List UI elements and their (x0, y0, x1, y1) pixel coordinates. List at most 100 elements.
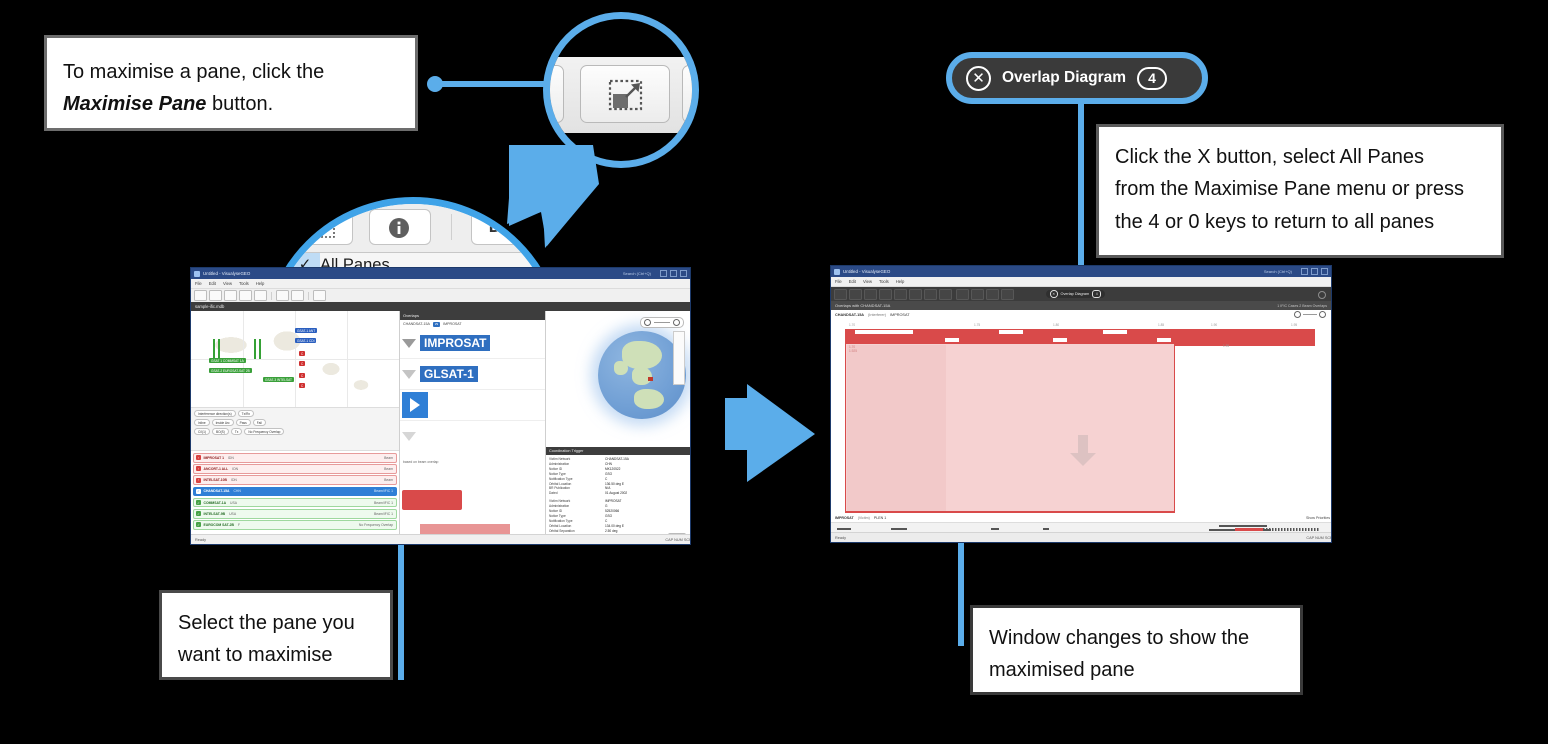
left-menu-tools[interactable]: Tools (239, 281, 249, 286)
rtoolbar-save-icon[interactable] (864, 288, 877, 300)
right-menu-view[interactable]: View (863, 279, 872, 284)
filter-chip[interactable]: Inline (194, 419, 210, 426)
overlap-zoom-control[interactable] (1294, 311, 1326, 318)
axis-tick-1: 1.75 (974, 323, 981, 327)
filter-chip[interactable]: C/I(1) (194, 428, 210, 435)
map-gridline-v2 (295, 311, 296, 407)
globe-side-toolbar[interactable] (673, 331, 685, 385)
rtoolbar-open-icon[interactable] (849, 288, 862, 300)
rtoolbar-dc-icon[interactable] (939, 288, 952, 300)
show-priorities-toggle[interactable]: Show Priorities (1306, 516, 1330, 520)
overlap-network-label-2: GLSAT-1 (420, 366, 478, 382)
right-menu-edit[interactable]: Edit (849, 279, 856, 284)
network-list-row[interactable]: ✓ INTELSAT-9B USA Beam/IFIC 1 (193, 508, 397, 519)
toolbar-save-icon[interactable] (224, 290, 237, 301)
filter-chip[interactable]: Tx (230, 428, 243, 435)
zoom-slider[interactable] (654, 322, 670, 323)
right-window-search[interactable]: Search (Ctrl+Q) (1264, 269, 1292, 274)
app-logo-icon-right (834, 268, 840, 275)
right-menu-tools[interactable]: Tools (879, 279, 889, 284)
rtoolbar-info-icon[interactable] (909, 288, 922, 300)
networks-pane[interactable]: ! IMPROSAT 1 IDN Beam! ANCORT-1 ALL IDN Beam! I… (191, 451, 399, 533)
satellite-map-pane[interactable]: GSAT-1 ANT GSAT-1 CDI GSAT 1 COMMSAT 1A … (191, 311, 399, 408)
toolbar-dc-icon[interactable] (313, 290, 326, 301)
filter-chip[interactable]: Pass (235, 419, 251, 426)
satellite-globe-pane[interactable] (546, 311, 690, 441)
overlap-row-4[interactable] (400, 421, 545, 451)
network-list-row[interactable]: ✓ CHANDSAT-15A CHN Beam/IFIC 1 (193, 486, 397, 497)
rtoolbar-maximise-icon[interactable] (924, 288, 937, 300)
inwindow-pane-badge[interactable]: ✕ Overlap Diagram 4 (1046, 290, 1106, 298)
subbar-code: IMPROSAT (889, 312, 910, 317)
overlap-row-1[interactable]: IMPROSAT (400, 328, 545, 359)
play-button[interactable] (402, 392, 428, 418)
filter-chip[interactable]: Inside Arc (211, 419, 234, 426)
zoom-out-icon-right[interactable] (1294, 311, 1301, 318)
callout-window-line2: maximised pane (989, 659, 1135, 682)
inwindow-close-icon[interactable]: ✕ (1050, 290, 1058, 298)
maximised-pane-badge[interactable]: ✕ Overlap Diagram 4 (946, 52, 1208, 104)
right-menu-help[interactable]: Help (896, 279, 905, 284)
filter-chip[interactable]: No Frequency Overlap (244, 428, 285, 435)
left-menu-edit[interactable]: Edit (209, 281, 216, 286)
minimise-button-right[interactable] (1301, 268, 1308, 275)
network-list-row[interactable]: ! INTELSAT-10B IDN Beam (193, 475, 397, 485)
maximise-window-button-right[interactable] (1311, 268, 1318, 275)
toolbar-settings-icon[interactable] (239, 290, 252, 301)
strip-mark-3 (991, 528, 999, 530)
toolbar-maximise-icon[interactable] (276, 290, 289, 301)
toolbar-new-icon[interactable] (194, 290, 207, 301)
zoom-out-icon[interactable] (644, 319, 651, 326)
left-window-search[interactable]: Search (Ctrl+Q) (623, 271, 651, 276)
maximised-pane-title: Overlaps with CHANDSAT-15A 1 IFIC Cases … (831, 301, 1331, 310)
overlap-diagram-pane[interactable]: 1.70 1.75 1.80 1.85 1.90 1.95 1.701.925 (831, 319, 1331, 535)
maximise-pane-button-small[interactable] (291, 209, 353, 245)
left-menu-file[interactable]: File (195, 281, 202, 286)
network-list-row[interactable]: ! ANCORT-1 ALL IDN Beam (193, 464, 397, 474)
close-window-button-right[interactable] (1321, 268, 1328, 275)
toolbar-info-icon[interactable] (291, 290, 304, 301)
strip-mark-5 (1219, 525, 1267, 527)
rtoolbar-extra-1[interactable] (956, 288, 969, 300)
right-menu-file[interactable]: File (835, 279, 842, 284)
overlap-row-2[interactable]: GLSAT-1 (400, 359, 545, 390)
toolbar-open-icon[interactable] (209, 290, 222, 301)
filter-chip[interactable]: BO(S) (211, 428, 229, 435)
left-menu-help[interactable]: Help (256, 281, 265, 286)
filter-chip[interactable]: Interference direction(s) (194, 410, 236, 417)
minimise-button[interactable] (660, 270, 667, 277)
overlap-row-3[interactable] (400, 390, 545, 421)
rtoolbar-extra-2[interactable] (971, 288, 984, 300)
dc-button[interactable]: DC (471, 209, 533, 245)
network-note: Beam/IFIC 1 (373, 500, 393, 505)
rtoolbar-new-icon[interactable] (834, 288, 847, 300)
network-list-row[interactable]: ✓ COMMSAT-1A USA Beam/IFIC 1 (193, 497, 397, 508)
toolbar-home-icon[interactable] (254, 290, 267, 301)
filter-chip[interactable]: Tx/Rx (237, 410, 254, 417)
document-tab[interactable]: sample-ific.mdb (191, 302, 690, 311)
info-button[interactable] (369, 209, 431, 245)
strip-overlap-marker (1235, 528, 1263, 531)
maximise-window-button[interactable] (670, 270, 677, 277)
rtoolbar-extra-4[interactable] (1001, 288, 1014, 300)
zoom-in-icon-right[interactable] (1319, 311, 1326, 318)
close-window-button[interactable] (680, 270, 687, 277)
zoom-slider-right[interactable] (1303, 314, 1317, 315)
overlap-freq-label: 1.70 1.925 (849, 345, 857, 353)
network-list-row[interactable]: ! IMPROSAT 1 IDN Beam (193, 453, 397, 463)
zoom-in-icon[interactable] (673, 319, 680, 326)
info-icon (389, 218, 409, 238)
globe-zoom-control[interactable] (640, 317, 684, 328)
close-icon[interactable]: ✕ (966, 65, 991, 91)
maximise-pane-button[interactable] (580, 65, 670, 123)
rtoolbar-extra-3[interactable] (986, 288, 999, 300)
map-label-2: GSAT 1 COMMSAT 1A (209, 358, 246, 363)
network-list-row[interactable]: ✓ EUROCOM SAT-2B F No Frequency Overlap (193, 520, 397, 530)
rtoolbar-home-icon[interactable] (894, 288, 907, 300)
left-menu-view[interactable]: View (223, 281, 232, 286)
filter-chip[interactable]: Fail (252, 419, 266, 426)
gear-icon[interactable] (1318, 291, 1326, 299)
toolbar-button-left[interactable] (550, 65, 564, 123)
rtoolbar-settings-icon[interactable] (879, 288, 892, 300)
toolbar-button-right[interactable] (682, 65, 692, 123)
